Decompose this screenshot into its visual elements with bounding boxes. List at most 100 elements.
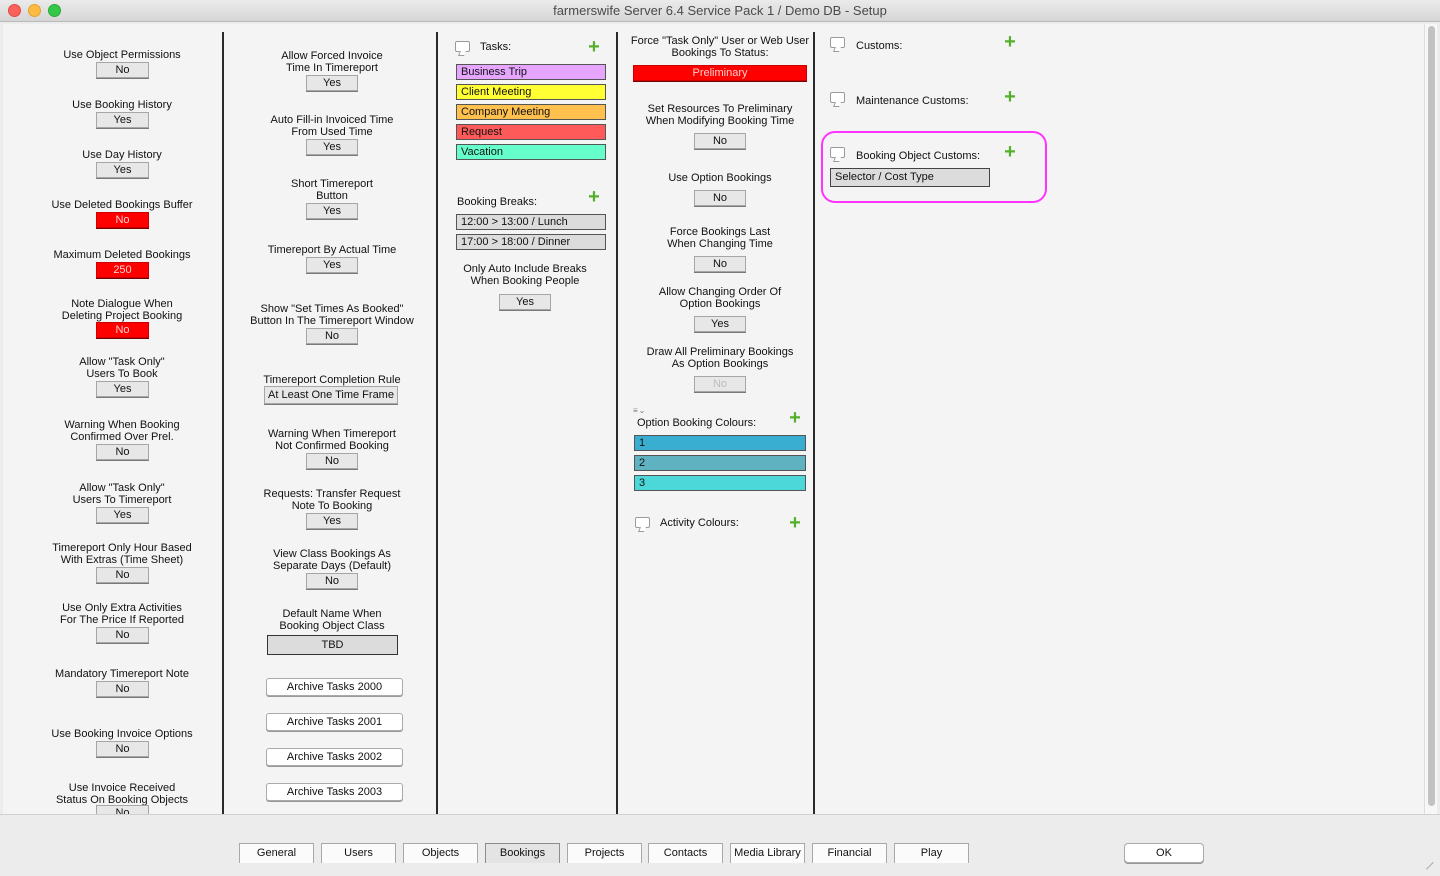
option-label: Short Timereport Button (291, 178, 373, 202)
tab-play[interactable]: Play (894, 843, 969, 863)
add-task-plus-icon[interactable]: + (586, 37, 602, 57)
task-item[interactable]: Vacation (456, 144, 606, 160)
option-value-toggle[interactable]: No (96, 805, 149, 814)
setup-panel: Use Object Permissions No Use Booking Hist… (3, 24, 1424, 814)
status-select[interactable]: Preliminary (633, 65, 807, 81)
option-value-toggle[interactable]: No (96, 627, 149, 643)
task-item[interactable]: Request (456, 124, 606, 140)
resize-grip-icon[interactable] (1425, 861, 1440, 876)
tab-bookings[interactable]: Bookings (485, 843, 560, 863)
add-maintenance-custom-plus-icon[interactable]: + (1002, 87, 1018, 107)
option-value-toggle[interactable]: No (306, 328, 358, 344)
option-value-toggle[interactable]: Yes (96, 162, 149, 178)
option-value-toggle[interactable]: No (96, 681, 149, 697)
customs-label: Customs: (856, 40, 903, 52)
option-value-toggle[interactable]: Yes (306, 513, 358, 529)
option-value-toggle[interactable]: 250 (96, 262, 149, 278)
column-divider (813, 32, 815, 814)
auto-include-breaks-toggle[interactable]: Yes (499, 294, 551, 310)
maintenance-customs-label: Maintenance Customs: (856, 95, 969, 107)
tab-contacts[interactable]: Contacts (648, 843, 723, 863)
option-value-toggle[interactable]: No (96, 741, 149, 757)
option-label: Allow "Task Only" Users To Timereport (72, 482, 172, 506)
tab-financial[interactable]: Financial (812, 843, 887, 863)
option-label: Use Object Permissions (63, 49, 181, 61)
ok-button[interactable]: OK (1124, 843, 1204, 863)
archive-tasks-button[interactable]: Archive Tasks 2003 (266, 783, 403, 801)
option-value-toggle[interactable]: No (306, 573, 358, 589)
option-value-toggle[interactable]: No (96, 444, 149, 460)
option-value-toggle[interactable]: No (694, 256, 746, 272)
tab-objects[interactable]: Objects (403, 843, 478, 863)
option-value-toggle[interactable]: Yes (96, 381, 149, 397)
task-item[interactable]: Company Meeting (456, 104, 606, 120)
option-label: Warning When Booking Confirmed Over Prel… (64, 419, 180, 443)
option-label: Timereport Completion Rule (263, 374, 401, 386)
break-item[interactable]: 12:00 > 13:00 / Lunch (456, 214, 606, 230)
vertical-scrollbar[interactable] (1424, 24, 1437, 814)
option-label: Timereport By Actual Time (267, 244, 397, 256)
option-value-toggle[interactable]: Yes (96, 112, 149, 128)
option-value-toggle[interactable]: No (96, 62, 149, 78)
option-value-toggle[interactable]: Yes (306, 139, 358, 155)
archive-tasks-button[interactable]: Archive Tasks 2001 (266, 713, 403, 731)
scrollbar-thumb[interactable] (1428, 26, 1435, 806)
option-label: Maximum Deleted Bookings (53, 249, 191, 261)
option-label: Default Name When Booking Object Class (279, 608, 385, 632)
option-value-toggle[interactable]: No (694, 133, 746, 149)
add-break-plus-icon[interactable]: + (586, 187, 602, 207)
option-value-toggle[interactable]: Yes (96, 507, 149, 523)
archive-tasks-button[interactable]: Archive Tasks 2002 (266, 748, 403, 766)
option-label: Draw All Preliminary Bookings As Option … (646, 346, 794, 370)
add-option-colour-plus-icon[interactable]: + (787, 408, 803, 428)
option-label: Allow Changing Order Of Option Bookings (658, 286, 782, 310)
task-item[interactable]: Client Meeting (456, 84, 606, 100)
option-label: Requests: Transfer Request Note To Booki… (263, 488, 401, 512)
option-value-toggle[interactable]: Yes (694, 316, 746, 332)
highlight-annotation (821, 131, 1047, 203)
activity-colours-label: Activity Colours: (660, 517, 739, 529)
tab-media-library[interactable]: Media Library (730, 843, 805, 863)
option-value-toggle[interactable]: No (306, 453, 358, 469)
option-value-toggle[interactable]: Yes (306, 75, 358, 91)
option-colour-item[interactable]: 2 (634, 455, 806, 471)
tasks-label: Tasks: (480, 41, 512, 53)
comment-icon[interactable] (830, 92, 845, 103)
comment-icon[interactable] (635, 517, 650, 528)
default-name-field[interactable]: TBD (267, 635, 398, 655)
option-value-toggle[interactable]: Yes (306, 203, 358, 219)
auto-include-breaks-label: Only Auto Include Breaks When Booking Pe… (463, 263, 587, 287)
add-activity-colour-plus-icon[interactable]: + (787, 513, 803, 533)
option-value-toggle[interactable]: Yes (306, 257, 358, 273)
list-menu-icon[interactable]: ≡⌄ (633, 406, 646, 415)
task-item[interactable]: Business Trip (456, 64, 606, 80)
option-label: Use Invoice Received Status On Booking O… (55, 782, 189, 806)
option-label: Use Option Bookings (668, 172, 772, 184)
comment-icon[interactable] (830, 37, 845, 48)
bottom-tab-bar: General Users Objects Bookings Projects Conta… (0, 814, 1440, 876)
option-colour-item[interactable]: 1 (634, 435, 806, 451)
tab-general[interactable]: General (239, 843, 314, 863)
add-custom-plus-icon[interactable]: + (1002, 32, 1018, 52)
option-label: Force Bookings Last When Changing Time (667, 226, 773, 250)
option-label: Warning When Timereport Not Confirmed Bo… (268, 428, 396, 452)
break-item[interactable]: 17:00 > 18:00 / Dinner (456, 234, 606, 250)
option-value-toggle[interactable]: No (694, 376, 746, 392)
option-value-toggle[interactable]: No (96, 212, 149, 228)
option-label: Use Booking Invoice Options (51, 728, 193, 740)
option-label: Allow "Task Only" Users To Book (79, 356, 165, 380)
option-value-toggle[interactable]: No (694, 190, 746, 206)
archive-tasks-button[interactable]: Archive Tasks 2000 (266, 678, 403, 696)
option-value-toggle[interactable]: No (96, 322, 149, 338)
tab-users[interactable]: Users (321, 843, 396, 863)
option-colour-item[interactable]: 3 (634, 475, 806, 491)
option-label: Use Booking History (72, 99, 172, 111)
option-label: Mandatory Timereport Note (55, 668, 189, 680)
comment-icon[interactable] (455, 41, 470, 52)
option-label: Timereport Only Hour Based With Extras (… (52, 542, 192, 566)
option-value-toggle[interactable]: At Least One Time Frame (264, 386, 398, 404)
option-label: Note Dialogue When Deleting Project Book… (61, 298, 183, 322)
option-value-toggle[interactable]: No (96, 567, 149, 583)
tab-projects[interactable]: Projects (567, 843, 642, 863)
option-label: Set Resources To Preliminary When Modify… (645, 103, 795, 127)
